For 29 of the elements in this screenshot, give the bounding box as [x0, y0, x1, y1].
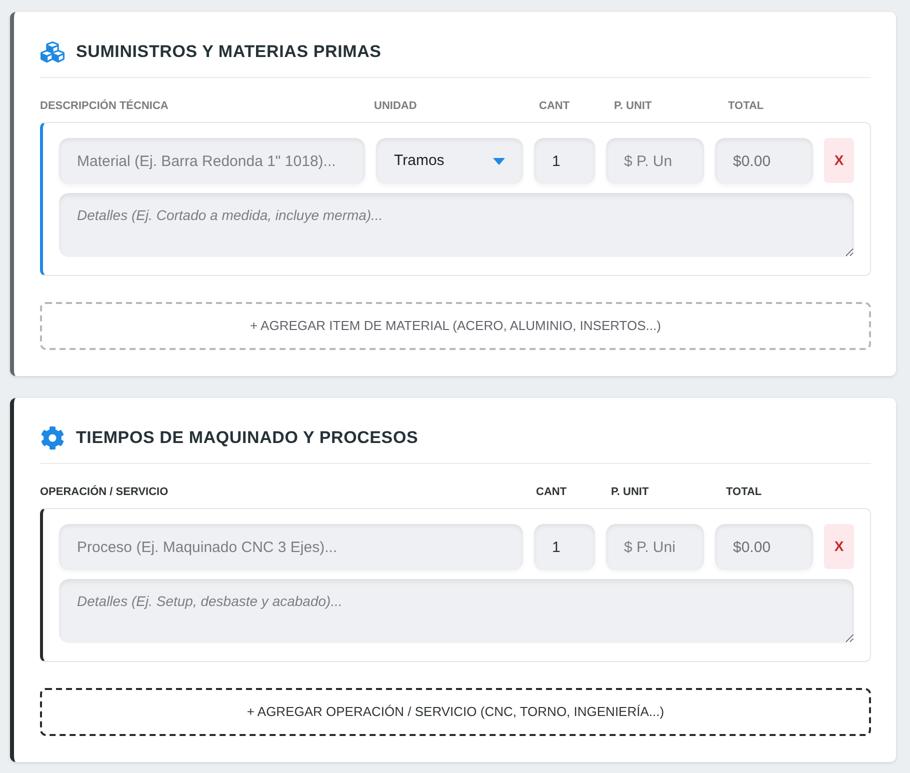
caret-icon: [493, 158, 505, 164]
column-header: CANT: [539, 100, 570, 112]
column-header: OPERACIÓN / SERVICIO: [40, 486, 168, 498]
remove-button[interactable]: X: [824, 524, 854, 569]
gear-icon: [40, 426, 65, 450]
column-header: CANT: [536, 486, 567, 498]
section-title: TIEMPOS DE MAQUINADO Y PROCESOS: [76, 427, 418, 450]
quantity-input[interactable]: 1: [534, 138, 595, 184]
details-textarea[interactable]: Detalles (Ej. Cortado a medida, incluye merma)...: [59, 193, 854, 257]
add-item-button[interactable]: + AGREGAR ITEM DE MATERIAL (ACERO, ALUMINIO, INSERTOS...): [40, 302, 871, 350]
column-header: TOTAL: [728, 100, 764, 112]
details-textarea[interactable]: Detalles (Ej. Setup, desbaste y acabado)...: [59, 579, 854, 643]
add-item-button[interactable]: + AGREGAR OPERACIÓN / SERVICIO (CNC, TORNO, INGENIERÍA...): [40, 688, 871, 736]
total-field[interactable]: $0.00: [715, 524, 813, 570]
column-header: TOTAL: [726, 486, 762, 498]
description-input[interactable]: Proceso (Ej. Maquinado CNC 3 Ejes)...: [59, 524, 523, 570]
remove-button[interactable]: X: [824, 138, 854, 183]
section-title: SUMINISTROS Y MATERIAS PRIMAS: [76, 41, 382, 64]
column-header: P. UNIT: [611, 486, 649, 498]
unit-select[interactable]: Tramos: [376, 138, 523, 184]
quantity-input[interactable]: 1: [534, 524, 595, 570]
price-input[interactable]: $ P. Uni: [606, 524, 704, 570]
total-field[interactable]: $0.00: [715, 138, 813, 184]
column-header: P. UNIT: [614, 100, 652, 112]
cubes-icon: [40, 40, 65, 64]
description-input[interactable]: Material (Ej. Barra Redonda 1" 1018)...: [59, 138, 365, 184]
price-input[interactable]: $ P. Un: [606, 138, 704, 184]
column-header: DESCRIPCIÓN TÉCNICA: [40, 100, 168, 112]
column-header: UNIDAD: [374, 100, 417, 112]
